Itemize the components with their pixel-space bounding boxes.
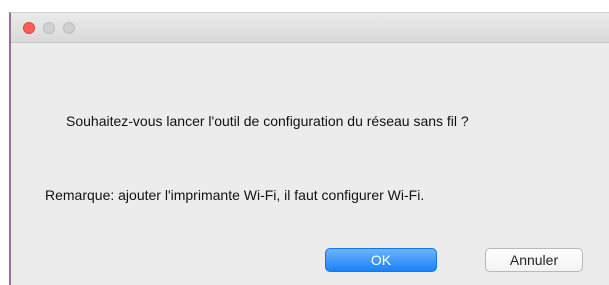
close-icon[interactable] — [23, 22, 35, 34]
screen: Souhaitez-vous lancer l'outil de configu… — [0, 0, 609, 285]
minimize-icon[interactable] — [43, 22, 55, 34]
cancel-button[interactable]: Annuler — [485, 248, 583, 272]
zoom-icon[interactable] — [63, 22, 75, 34]
dialog-note: Remarque: ajouter l'imprimante Wi-Fi, il… — [45, 187, 425, 203]
title-bar — [11, 13, 609, 43]
dialog-content: Souhaitez-vous lancer l'outil de configu… — [11, 43, 609, 285]
ok-button[interactable]: OK — [325, 248, 437, 272]
dialog-window: Souhaitez-vous lancer l'outil de configu… — [9, 12, 609, 285]
dialog-question: Souhaitez-vous lancer l'outil de configu… — [66, 113, 469, 129]
